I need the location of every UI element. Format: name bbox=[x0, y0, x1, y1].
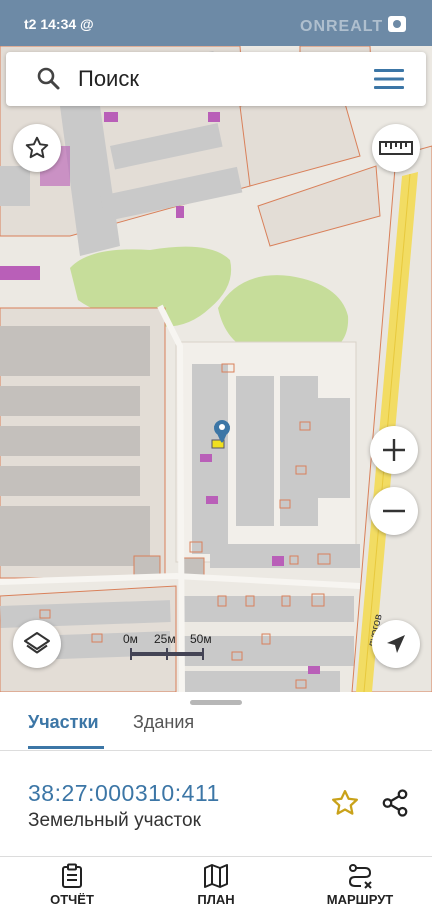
report-clipboard-icon bbox=[62, 863, 82, 888]
star-outline-icon[interactable] bbox=[330, 788, 360, 818]
scale-label-25: 25м bbox=[154, 632, 176, 646]
nav-report-label: ОТЧЁТ bbox=[50, 892, 94, 907]
tab-buildings[interactable]: Здания bbox=[133, 712, 194, 733]
camera-icon bbox=[388, 16, 406, 32]
locate-button[interactable] bbox=[372, 620, 420, 668]
map-scale: 0м 25м 50м bbox=[120, 632, 220, 664]
share-icon[interactable] bbox=[380, 788, 410, 818]
active-tab-indicator bbox=[28, 746, 104, 749]
nav-report[interactable]: ОТЧЁТ bbox=[17, 863, 127, 909]
star-outline-icon bbox=[25, 136, 49, 159]
menu-icon[interactable] bbox=[374, 68, 404, 90]
search-icon[interactable] bbox=[36, 66, 62, 92]
favorites-button[interactable] bbox=[13, 124, 61, 172]
status-bar: t2 14:34 @ ONREALT bbox=[0, 0, 432, 46]
parcel-type: Земельный участок bbox=[28, 810, 201, 831]
ruler-button[interactable] bbox=[372, 124, 420, 172]
map-plan-icon bbox=[204, 864, 228, 888]
map-view[interactable]: лургов 0м 25м 50м bbox=[0, 46, 432, 692]
zoom-in-button[interactable] bbox=[370, 426, 418, 474]
sheet-drag-handle[interactable] bbox=[190, 700, 242, 705]
zoom-out-button[interactable] bbox=[370, 487, 418, 535]
nav-route-label: МАРШРУТ bbox=[326, 892, 394, 907]
scale-tick bbox=[166, 648, 168, 660]
nav-route[interactable]: МАРШРУТ bbox=[305, 863, 415, 909]
ruler-icon bbox=[379, 141, 413, 155]
nav-plan-label: ПЛАН bbox=[197, 892, 235, 907]
watermark-logo: ONREALT bbox=[300, 18, 384, 35]
scale-tick bbox=[130, 648, 132, 660]
scale-label-50: 50м bbox=[190, 632, 212, 646]
layers-button[interactable] bbox=[13, 620, 61, 668]
status-time: t2 14:34 @ bbox=[24, 16, 94, 32]
map-canvas bbox=[0, 46, 432, 692]
route-icon bbox=[348, 864, 372, 889]
search-input[interactable]: Поиск bbox=[78, 66, 139, 92]
parcel-cadastral-number[interactable]: 38:27:000310:411 bbox=[28, 780, 220, 807]
navigation-arrow-icon bbox=[387, 635, 405, 653]
plus-icon bbox=[383, 439, 405, 461]
layers-icon bbox=[24, 632, 50, 654]
nav-plan[interactable]: ПЛАН bbox=[161, 863, 271, 909]
search-bar[interactable]: Поиск bbox=[6, 52, 426, 106]
app-screen: t2 14:34 @ ONREALT 0м 25м 50м Поиск Учас… bbox=[0, 0, 432, 910]
divider bbox=[0, 750, 432, 751]
scale-tick bbox=[202, 648, 204, 660]
bottom-navigation: ОТЧЁТ ПЛАН МАРШРУТ bbox=[0, 856, 432, 910]
scale-label-0: 0м bbox=[123, 632, 138, 646]
tab-parcels[interactable]: Участки bbox=[28, 712, 99, 733]
bottom-sheet: Участки Здания 38:27:000310:411 Земельны… bbox=[0, 692, 432, 856]
minus-icon bbox=[383, 509, 405, 513]
